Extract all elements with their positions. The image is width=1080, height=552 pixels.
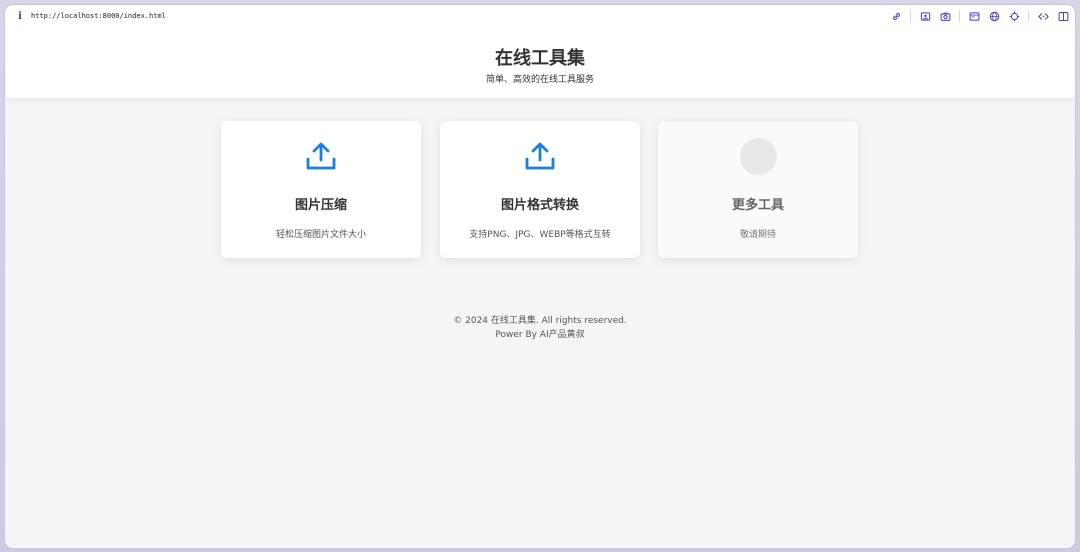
placeholder-icon	[740, 138, 777, 175]
info-icon[interactable]: i	[13, 9, 27, 23]
browser-toolbar: i http://localhost:8000/index.html	[5, 5, 1075, 27]
camera-icon[interactable]	[939, 10, 951, 22]
toolbar-divider	[959, 10, 960, 22]
card-title: 更多工具	[731, 198, 784, 213]
card-description: 轻松压缩图片文件大小	[275, 230, 366, 240]
tool-card-more: 更多工具 敬请期待	[658, 121, 858, 258]
card-description: 支持PNG、JPG、WEBP等格式互转	[469, 230, 611, 240]
page-title: 在线工具集	[495, 48, 585, 69]
tool-card-image-convert[interactable]: 图片格式转换 支持PNG、JPG、WEBP等格式互转	[440, 121, 640, 258]
card-description: 敬请期待	[739, 230, 776, 240]
tool-card-image-compress[interactable]: 图片压缩 轻松压缩图片文件大小	[221, 121, 421, 258]
sidebar-toggle-icon[interactable]	[1057, 10, 1069, 22]
toolbar-icons	[882, 10, 1069, 22]
toolbar-divider	[1028, 10, 1029, 22]
footer-copyright: © 2024 在线工具集. All rights reserved.	[453, 316, 627, 326]
card-title: 图片格式转换	[500, 198, 579, 213]
page-subtitle: 简单、高效的在线工具服务	[485, 75, 594, 85]
link-icon[interactable]	[890, 10, 902, 22]
footer-power: Power By AI产品黄叔	[495, 330, 585, 340]
upload-icon	[524, 139, 556, 173]
target-icon[interactable]	[1008, 10, 1020, 22]
card-title: 图片压缩	[294, 198, 347, 213]
upload-icon	[305, 139, 337, 173]
url-bar[interactable]: http://localhost:8000/index.html	[31, 12, 166, 20]
toolbar-divider	[910, 10, 911, 22]
screenshot-icon[interactable]	[919, 10, 931, 22]
code-icon[interactable]	[1037, 10, 1049, 22]
window-icon[interactable]	[968, 10, 980, 22]
page-header: 在线工具集 简单、高效的在线工具服务	[5, 27, 1075, 98]
browser-window: i http://localhost:8000/index.html 在线工具集…	[5, 5, 1075, 548]
globe-icon[interactable]	[988, 10, 1000, 22]
